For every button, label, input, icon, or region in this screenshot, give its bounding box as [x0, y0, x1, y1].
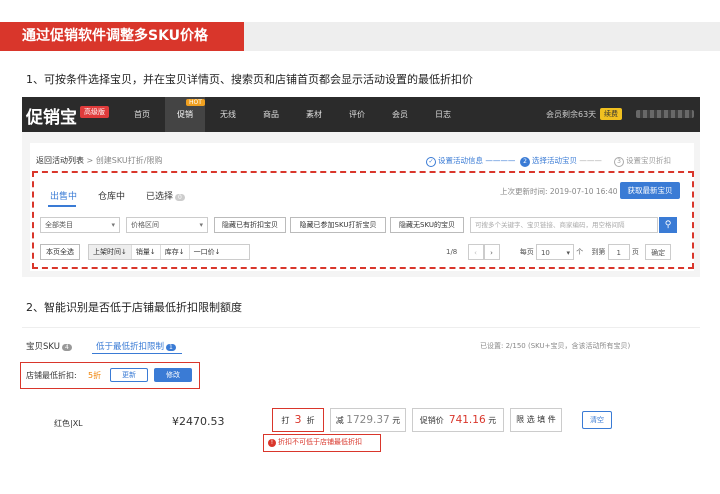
nav-members[interactable]: 会员: [380, 97, 420, 132]
promo-price-field[interactable]: 促销价 741.16 元: [412, 408, 504, 432]
search-icon[interactable]: ⚲: [659, 217, 677, 233]
min-discount-value: 5折: [88, 371, 102, 380]
nav-goods[interactable]: 商品: [251, 97, 291, 132]
screenshot-select-items: 促销宝 高级版 首页 促销 HOT 无线 商品 素材 评价 会员 日志 会员剩余…: [22, 97, 700, 277]
per-page-label: 每页: [519, 248, 534, 256]
breadcrumb-current: > 创建SKU打折/限购: [86, 156, 163, 165]
sort-bar: 上架时间↓ 销量↓ 库存↓ 一口价↓: [88, 244, 250, 260]
active-tab-underline-2: [92, 353, 182, 354]
discount-value[interactable]: 3: [295, 413, 302, 426]
page-unit: 页: [631, 248, 639, 256]
promo-price-value[interactable]: 741.16: [449, 414, 486, 426]
edition-badge: 高级版: [80, 106, 109, 118]
update-button[interactable]: 更新: [110, 368, 148, 382]
prev-page-button[interactable]: ‹: [467, 244, 484, 260]
breadcrumb-back-link[interactable]: 返回活动列表: [36, 156, 84, 165]
nav-logs[interactable]: 日志: [423, 97, 463, 132]
sku-count: 4: [61, 344, 72, 351]
member-remaining: 会员剩余63天: [546, 110, 597, 119]
step1-title: 1、可按条件选择宝贝，并在宝贝详情页、搜索页和店铺首页都会显示活动设置的最低折扣…: [26, 73, 473, 86]
warning-icon: !: [268, 439, 276, 447]
sort-by-price[interactable]: 一口价↓: [190, 245, 225, 259]
renew-button[interactable]: 续费: [600, 108, 622, 120]
last-update-time: 上次更新时间: 2019-07-10 16:40: [500, 187, 618, 196]
per-page-unit: 个: [576, 248, 584, 256]
app-logo[interactable]: 促销宝: [26, 103, 77, 128]
modify-button[interactable]: 修改: [154, 368, 192, 382]
reduce-value[interactable]: 1729.37: [346, 414, 389, 426]
sku-name: 红色|XL: [54, 419, 83, 428]
min-discount-label: 店铺最低折扣:: [26, 371, 77, 380]
pager: 1/8 ‹ › 每页 10 ▾ 个 到第 1 页 确定: [446, 244, 672, 260]
goto-page-input[interactable]: 1: [607, 244, 630, 260]
wizard-step-2: 2 选择活动宝贝 ———: [520, 155, 602, 167]
active-tab-underline: [48, 205, 76, 207]
banner-title: 通过促销软件调整多SKU价格: [0, 22, 244, 51]
step2-title: 2、智能识别是否低于店铺最低折扣限制额度: [26, 301, 242, 314]
nav-reviews[interactable]: 评价: [337, 97, 377, 132]
goto-label: 到第: [591, 248, 606, 256]
price-range-select[interactable]: 价格区间: [126, 217, 208, 233]
sort-by-listing-time[interactable]: 上架时间↓: [89, 245, 132, 259]
tab-below-min-discount[interactable]: 低于最低折扣限制 1: [96, 340, 176, 352]
nav-home[interactable]: 首页: [122, 97, 162, 132]
blurred-username: [636, 110, 694, 118]
sort-by-stock[interactable]: 库存↓: [161, 245, 190, 259]
goto-confirm-button[interactable]: 确定: [645, 244, 672, 260]
nav-materials[interactable]: 素材: [294, 97, 334, 132]
top-navbar: 促销宝 高级版 首页 促销 HOT 无线 商品 素材 评价 会员 日志 会员剩余…: [22, 97, 700, 132]
original-price: ¥2470.53: [172, 415, 225, 428]
select-all-button[interactable]: 本页全选: [40, 244, 80, 260]
hide-sku-discounted-button[interactable]: 隐藏已参加SKU打折宝贝: [290, 217, 386, 233]
sort-by-sales[interactable]: 销量↓: [132, 245, 161, 259]
limit-field[interactable]: 限 选 填 件: [510, 408, 562, 432]
breadcrumb: 返回活动列表 > 创建SKU打折/限购: [36, 155, 162, 166]
selected-count: 0: [175, 194, 185, 201]
refresh-items-button[interactable]: 获取最新宝贝: [620, 182, 680, 199]
next-page-button[interactable]: ›: [483, 244, 500, 260]
clear-button[interactable]: 清空: [582, 411, 612, 429]
category-select[interactable]: 全部类目: [40, 217, 120, 233]
reduce-field[interactable]: 减 1729.37 元: [330, 408, 406, 432]
search-input[interactable]: 可搜多个关键字、宝贝链接、商家编码，用空格间隔: [470, 217, 658, 233]
below-min-count: 1: [166, 344, 176, 351]
set-count-info: 已设置: 2/150 (SKU+宝贝，含该活动所有宝贝): [480, 342, 631, 350]
wizard-step-1: ✓ 设置活动信息 ————: [426, 155, 515, 167]
nav-mobile[interactable]: 无线: [208, 97, 248, 132]
per-page-select[interactable]: 10 ▾: [535, 244, 574, 260]
hot-badge: HOT: [186, 99, 205, 106]
discount-field[interactable]: 打 3 折: [272, 408, 324, 432]
tab-on-sale[interactable]: 出售中: [50, 189, 77, 202]
tab-warehouse[interactable]: 仓库中: [98, 189, 125, 202]
check-icon: ✓: [426, 157, 436, 167]
hide-no-sku-button[interactable]: 隐藏无SKU的宝贝: [390, 217, 464, 233]
hide-discounted-button[interactable]: 隐藏已有折扣宝贝: [214, 217, 286, 233]
discount-warning: ! 折扣不可低于店铺最低折扣: [263, 434, 381, 452]
tab-selected[interactable]: 已选择 0: [146, 189, 185, 202]
tab-item-sku[interactable]: 宝贝SKU 4: [26, 340, 72, 352]
wizard-step-3: 3 设置宝贝折扣: [614, 155, 671, 167]
page-info: 1/8: [446, 248, 458, 256]
